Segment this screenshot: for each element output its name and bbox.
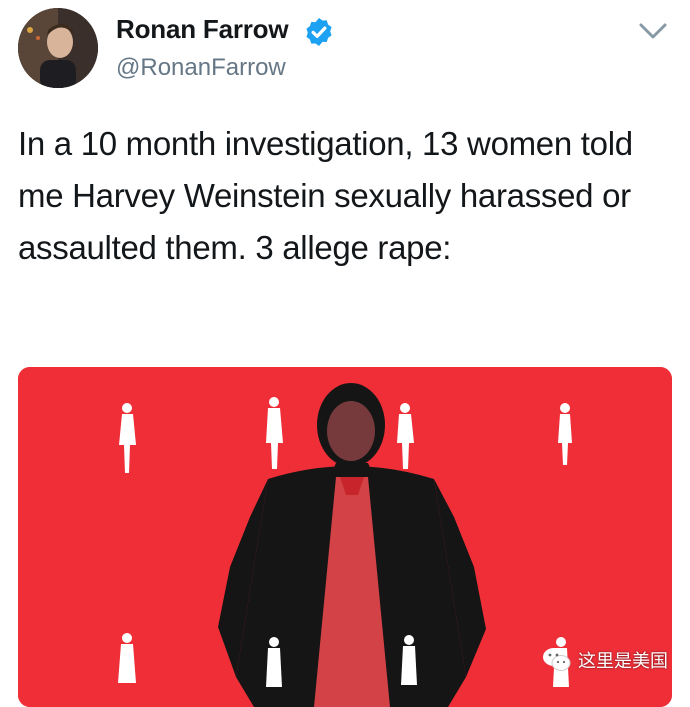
tweet-text: In a 10 month investigation, 13 women to… (18, 125, 633, 266)
watermark-text: 这里是美国 (578, 651, 668, 672)
watermark: 这里是美国 (542, 644, 668, 676)
chevron-down-icon[interactable] (638, 20, 668, 42)
avatar-photo (18, 8, 98, 88)
avatar[interactable] (18, 8, 98, 88)
wechat-icon (543, 648, 571, 671)
author-display-name[interactable]: Ronan Farrow (116, 14, 289, 45)
author-handle[interactable]: @RonanFarrow (116, 54, 286, 82)
verified-badge-icon (306, 18, 332, 46)
